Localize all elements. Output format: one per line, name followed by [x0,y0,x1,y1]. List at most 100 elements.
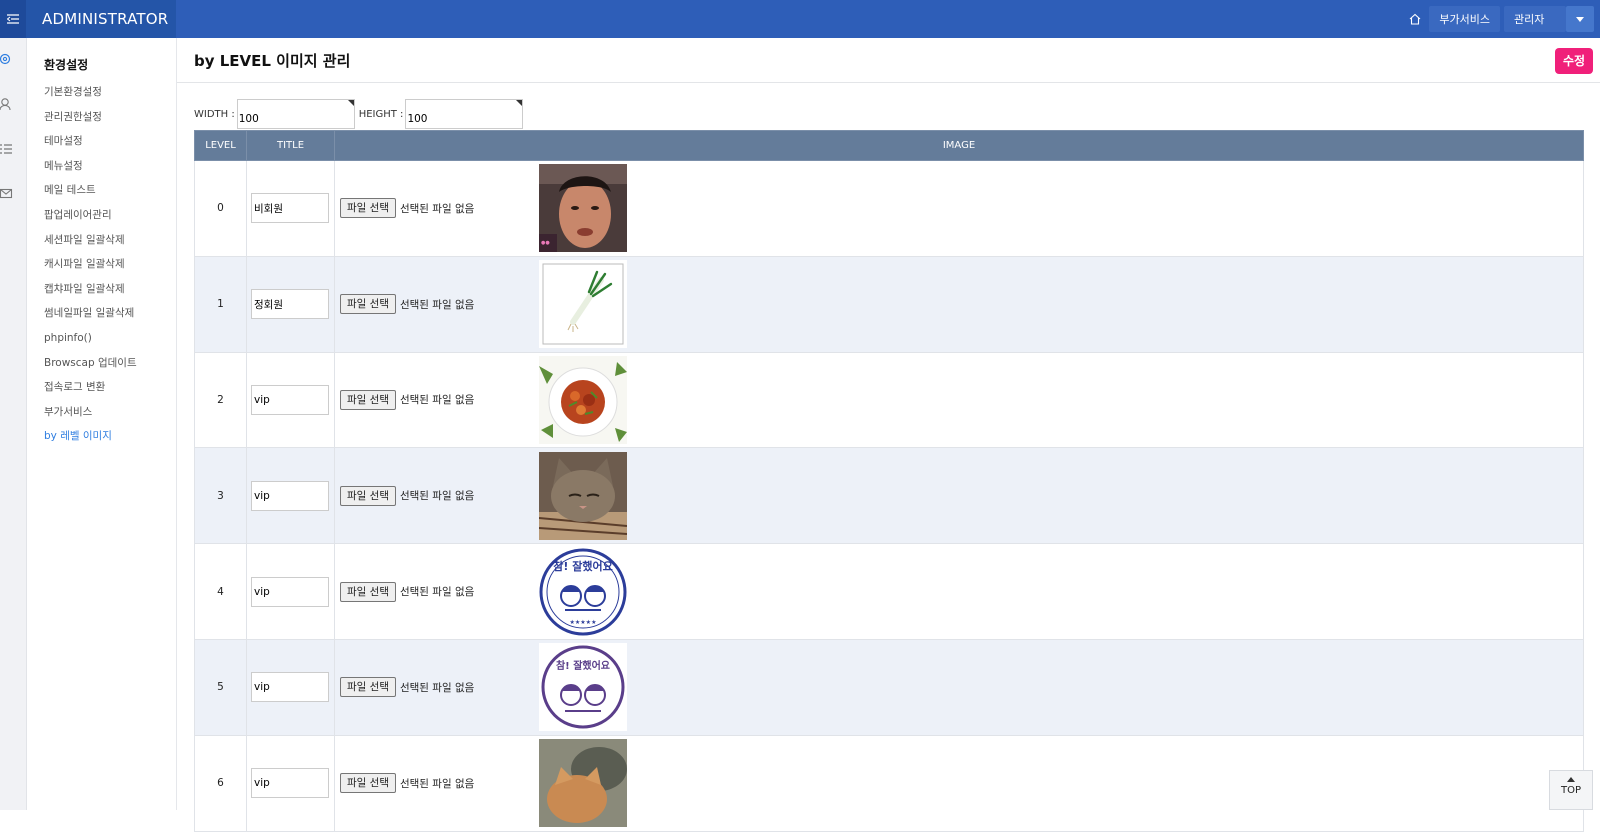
sidebar-item-level-image[interactable]: by 레벨 이미지 [44,428,137,453]
title-input[interactable] [251,289,329,320]
list-icon[interactable] [0,142,14,156]
width-label: WIDTH : [194,108,235,120]
brand-title[interactable]: ADMINISTRATOR [26,0,176,38]
dimension-fields: WIDTH : HEIGHT : [194,99,527,129]
level-image-food-plate [538,355,627,444]
svg-text:★★★★★: ★★★★★ [570,619,597,626]
mail-icon[interactable] [0,187,14,201]
file-select-button[interactable]: 파일 선택 [340,677,396,698]
file-status-text: 선택된 파일 없음 [399,777,475,790]
title-input[interactable] [251,384,329,415]
scroll-top-label: TOP [1560,785,1581,796]
title-cell [246,255,335,353]
level-cell: 0 [194,160,247,257]
level-image-green-onion [538,260,627,349]
sidebar-item-browscap[interactable]: Browscap 업데이트 [44,355,137,380]
resize-handle-icon[interactable] [347,100,354,106]
main-content: by LEVEL 이미지 관리 수정 WIDTH : HEIGHT : LEVE… [177,38,1600,832]
title-input[interactable] [251,672,329,703]
file-status-text: 선택된 파일 없음 [399,681,475,694]
level-image-table: LEVEL TITLE IMAGE 0 파일 선택 선택된 파일 없음 [194,130,1584,832]
level-cell: 4 [194,543,247,640]
image-cell: 파일 선택 선택된 파일 없음 참! 잘했어요 [334,638,1584,736]
level-cell: 6 [194,734,247,832]
title-cell [246,638,335,736]
menu-toggle-button[interactable] [0,0,26,38]
file-status-text: 선택된 파일 없음 [399,586,475,599]
sidebar-menu: 기본환경설정 관리권한설정 테마설정 메뉴설정 메일 테스트 팝업레이어관리 세… [44,84,137,453]
title-input[interactable] [251,193,329,224]
title-cell [246,447,335,545]
title-input[interactable] [251,480,329,511]
table-row: 2 파일 선택 선택된 파일 없음 [194,351,1584,449]
table-row: 1 파일 선택 선택된 파일 없음 [194,255,1584,353]
user-icon[interactable] [0,97,14,111]
title-cell [246,160,335,257]
height-field-wrap [405,99,527,129]
sidebar: 환경설정 기본환경설정 관리권한설정 테마설정 메뉴설정 메일 테스트 팝업레이… [27,38,177,810]
page-title: by LEVEL 이미지 관리 [194,52,351,70]
image-cell: 파일 선택 선택된 파일 없음 참! 잘했어요 ★★★★★ [334,543,1584,640]
sidebar-item-session-delete[interactable]: 세션파일 일괄삭제 [44,232,137,257]
file-select-button[interactable]: 파일 선택 [340,389,396,410]
width-field-wrap [236,99,359,129]
sidebar-item-log-convert[interactable]: 접속로그 변환 [44,379,137,404]
title-input[interactable] [251,576,329,607]
column-header-title: TITLE [246,130,335,161]
sidebar-item-menu-config[interactable]: 메뉴설정 [44,158,137,183]
table-header-row: LEVEL TITLE IMAGE [194,130,1584,161]
gear-icon[interactable] [0,52,14,66]
level-image-man-face: ●● [538,164,627,253]
height-input[interactable] [405,99,524,129]
sidebar-item-popup-layer[interactable]: 팝업레이어관리 [44,207,137,232]
table-row: 5 파일 선택 선택된 파일 없음 참! 잘했어요 [194,638,1584,736]
home-button[interactable] [1401,0,1429,38]
addon-service-button[interactable]: 부가서비스 [1429,6,1500,32]
admin-button[interactable]: 관리자 [1504,6,1566,32]
scroll-top-button[interactable]: TOP [1549,770,1593,810]
icon-rail [0,38,27,810]
file-select-button[interactable]: 파일 선택 [340,581,396,602]
stamp-text: 참! 잘했어요 [556,659,610,672]
admin-dropdown-button[interactable] [1566,6,1594,32]
top-bar: ADMINISTRATOR 부가서비스 관리자 [0,0,1600,38]
sidebar-heading: 환경설정 [44,58,89,72]
width-input[interactable] [236,99,355,129]
image-cell: 파일 선택 선택된 파일 없음 [334,447,1584,545]
sidebar-item-addon-service[interactable]: 부가서비스 [44,404,137,429]
level-image-stamp-blue: 참! 잘했어요 ★★★★★ [538,547,627,636]
image-cell: 파일 선택 선택된 파일 없음 ●● [334,160,1584,257]
level-image-cat-2 [538,739,627,828]
table-row: 3 파일 선택 선택된 파일 없음 [194,447,1584,545]
sidebar-item-basic-config[interactable]: 기본환경설정 [44,84,137,109]
title-cell [246,734,335,832]
file-select-button[interactable]: 파일 선택 [340,485,396,506]
level-image-cat [538,451,627,540]
resize-handle-icon[interactable] [516,100,523,106]
column-header-image: IMAGE [334,130,1584,161]
level-image-stamp-purple: 참! 잘했어요 [538,643,627,732]
title-cell [246,351,335,449]
column-header-level: LEVEL [194,130,247,161]
sidebar-item-mail-test[interactable]: 메일 테스트 [44,182,137,207]
table-row: 0 파일 선택 선택된 파일 없음 [194,160,1584,257]
file-select-button[interactable]: 파일 선택 [340,198,396,219]
svg-text:●●: ●● [541,240,550,246]
file-select-button[interactable]: 파일 선택 [340,773,396,794]
arrow-up-icon [1567,777,1575,782]
level-cell: 3 [194,447,247,545]
level-cell: 2 [194,351,247,449]
edit-button[interactable]: 수정 [1555,48,1593,74]
sidebar-item-captcha-delete[interactable]: 캡챠파일 일괄삭제 [44,281,137,306]
title-input[interactable] [251,768,329,799]
file-status-text: 선택된 파일 없음 [399,394,475,407]
sidebar-item-phpinfo[interactable]: phpinfo() [44,330,137,355]
file-status-text: 선택된 파일 없음 [399,490,475,503]
sidebar-item-cache-delete[interactable]: 캐시파일 일괄삭제 [44,256,137,281]
home-icon [1410,13,1421,25]
sidebar-item-theme-config[interactable]: 테마설정 [44,133,137,158]
sidebar-item-permission-config[interactable]: 관리권한설정 [44,109,137,134]
sidebar-item-thumbnail-delete[interactable]: 썸네일파일 일괄삭제 [44,305,137,330]
level-cell: 1 [194,255,247,353]
file-select-button[interactable]: 파일 선택 [340,294,396,315]
